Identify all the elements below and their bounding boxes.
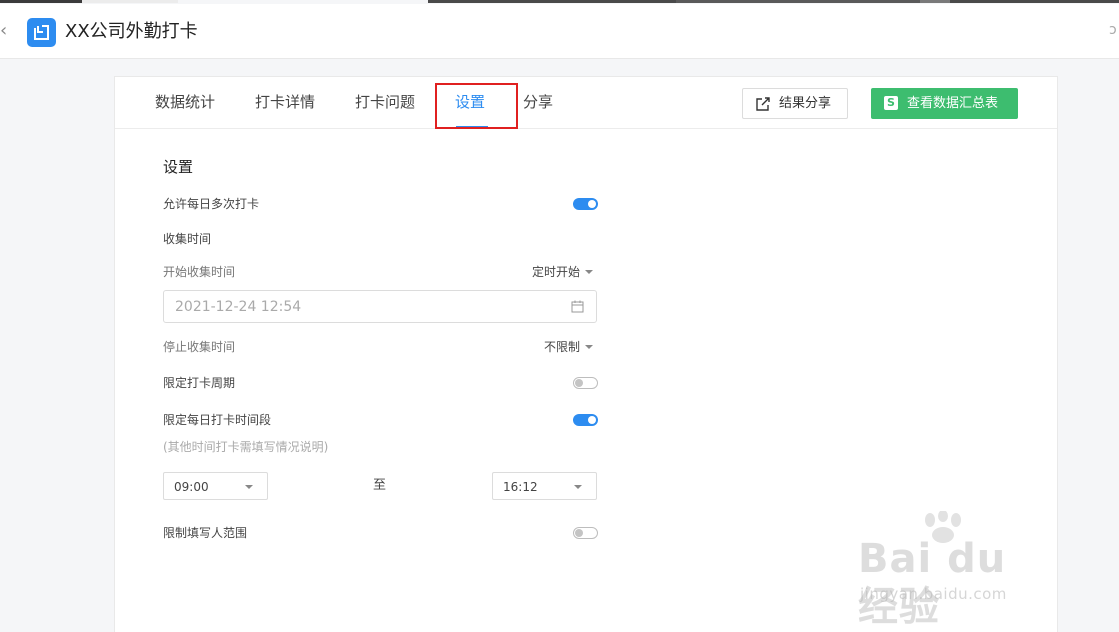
browser-tab-strip: [950, 0, 1119, 3]
spreadsheet-icon: S: [884, 96, 898, 110]
stop-collect-mode-dropdown[interactable]: 不限制: [544, 339, 594, 355]
browser-tab-strip: [920, 0, 950, 3]
browser-tab-strip: [428, 0, 676, 3]
tab-checkin-issues[interactable]: 打卡问题: [355, 92, 415, 112]
browser-tab-strip-active: [82, 0, 178, 3]
share-icon: [756, 97, 770, 111]
limit-daily-range-hint: (其他时间打卡需填写情况说明): [163, 440, 329, 454]
start-collect-mode-value: 定时开始: [532, 265, 581, 279]
view-summary-button[interactable]: S 查看数据汇总表: [871, 88, 1018, 119]
back-chevron-icon[interactable]: ‹: [0, 20, 10, 42]
end-time-select[interactable]: 16:12: [492, 472, 597, 500]
start-time-value: 09:00: [174, 480, 209, 494]
limit-daily-range-toggle[interactable]: [573, 414, 598, 426]
chevron-down-icon: [574, 485, 582, 489]
result-share-button[interactable]: 结果分享: [742, 88, 848, 119]
start-collect-mode-dropdown[interactable]: 定时开始: [532, 264, 594, 280]
stop-collect-mode-value: 不限制: [544, 340, 581, 354]
start-collect-label: 开始收集时间: [163, 265, 236, 279]
tab-share[interactable]: 分享: [523, 92, 553, 112]
time-range-separator: 至: [373, 478, 387, 493]
limit-scope-label: 限制填写人范围: [163, 526, 248, 540]
more-icon[interactable]: ↄ: [1109, 22, 1119, 42]
allow-multiple-toggle[interactable]: [573, 198, 598, 210]
app-header: ‹ XX公司外勤打卡 ↄ: [0, 4, 1119, 59]
app-title: XX公司外勤打卡: [65, 21, 198, 42]
tab-data-statistics[interactable]: 数据统计: [155, 92, 215, 112]
limit-scope-toggle[interactable]: [573, 527, 598, 539]
stop-collect-label: 停止收集时间: [163, 340, 236, 354]
tab-bar: 数据统计 打卡详情 打卡问题 设置 分享 结果分享 S 查看数据汇总表: [115, 77, 1057, 129]
limit-period-toggle[interactable]: [573, 377, 598, 389]
app-logo-icon: [27, 18, 56, 47]
end-time-value: 16:12: [503, 480, 538, 494]
tab-checkin-details[interactable]: 打卡详情: [255, 92, 315, 112]
annotation-highlight-box: [435, 83, 518, 129]
watermark-url: jingyan.baidu.com: [860, 585, 1007, 603]
chevron-down-icon: [585, 345, 594, 349]
browser-tab-strip: [676, 0, 920, 3]
start-time-select[interactable]: 09:00: [163, 472, 268, 500]
calendar-icon: [571, 300, 584, 313]
chevron-down-icon: [585, 270, 594, 274]
allow-multiple-label: 允许每日多次打卡: [163, 197, 260, 211]
chevron-down-icon: [245, 485, 253, 489]
watermark-text: Bai du 经验: [858, 536, 1007, 630]
start-datetime-value: 2021-12-24 12:54: [175, 299, 302, 315]
view-summary-label: 查看数据汇总表: [907, 96, 999, 111]
collect-time-label: 收集时间: [163, 232, 212, 246]
limit-period-label: 限定打卡周期: [163, 376, 236, 390]
watermark: Bai du 经验 jingyan.baidu.com: [858, 511, 1058, 630]
limit-daily-range-label: 限定每日打卡时间段: [163, 413, 272, 427]
start-datetime-input[interactable]: 2021-12-24 12:54: [163, 290, 597, 323]
result-share-label: 结果分享: [779, 96, 832, 111]
settings-section-title: 设置: [163, 158, 194, 176]
browser-tab-strip: [0, 0, 82, 3]
